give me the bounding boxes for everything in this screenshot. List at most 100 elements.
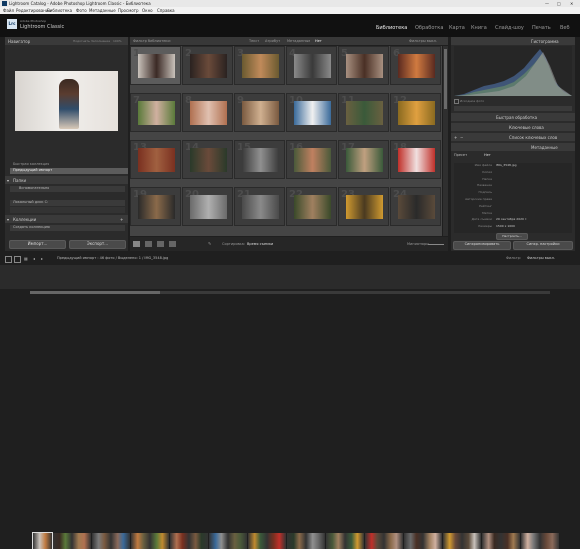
metadata-row[interactable]: Копия (454, 170, 572, 176)
folders-header[interactable]: ▾ Папки (5, 176, 128, 184)
menu-metadata[interactable]: Метаданные (89, 8, 116, 13)
photo-thumbnail[interactable] (242, 54, 279, 78)
preset-value[interactable]: Нет (484, 153, 491, 158)
catalog-previous-import[interactable]: Предыдущий импорт (10, 168, 128, 174)
filmstrip-thumbnail[interactable] (52, 533, 72, 549)
module-slideshow[interactable]: Слайд-шоу (495, 25, 524, 31)
filmstrip-thumbnail[interactable] (150, 533, 169, 549)
survey-view-icon[interactable] (169, 241, 176, 247)
navigator-header[interactable]: Навигатор Подогнать Заполнение 100% (5, 37, 128, 45)
grid-cell[interactable]: 16 (286, 140, 337, 179)
menu-help[interactable]: Справка (157, 8, 175, 13)
filmstrip-thumbnail[interactable] (462, 533, 481, 549)
photo-thumbnail[interactable] (294, 195, 331, 219)
collection-item[interactable]: Создать коллекцию (10, 225, 125, 231)
filmstrip-thumbnail[interactable] (501, 533, 520, 549)
filmstrip-scrollbar[interactable] (30, 291, 550, 294)
grid-cell[interactable]: 15 (234, 140, 285, 179)
zoom-fit[interactable]: Подогнать (73, 39, 90, 44)
menu-view[interactable]: Просмотр (118, 8, 139, 13)
filmstrip-thumbnail[interactable] (345, 533, 364, 549)
grid-cell[interactable]: 6 (390, 46, 441, 85)
photo-thumbnail[interactable] (346, 101, 383, 125)
import-button[interactable]: Импорт... (9, 240, 66, 249)
metadata-row[interactable]: Рейтинг (454, 204, 572, 210)
grid-cell[interactable]: 18 (390, 140, 441, 179)
module-map[interactable]: Карта (449, 25, 465, 31)
filmstrip-scroll-thumb[interactable] (30, 291, 160, 294)
filmstrip-thumbnail[interactable] (306, 533, 325, 549)
back-icon[interactable]: ◂ (33, 256, 35, 261)
menu-file[interactable]: Файл (3, 8, 14, 13)
maximize-button[interactable]: □ (557, 1, 561, 6)
metadata-preset-row[interactable]: Пресет Нет (454, 153, 572, 159)
filmstrip-thumbnail[interactable] (423, 533, 442, 549)
metadata-value[interactable]: IMG_3548.jpg (496, 163, 517, 168)
photo-thumbnail[interactable] (190, 54, 227, 78)
menu-window[interactable]: Окно (142, 8, 153, 13)
grid-cell[interactable]: 8 (182, 93, 233, 132)
photo-thumbnail[interactable] (346, 195, 383, 219)
grid-cell[interactable]: 21 (234, 187, 285, 226)
filter-tab-metadata[interactable]: Метаданные (287, 39, 310, 44)
metadata-row[interactable]: Подпись (454, 190, 572, 196)
grid-cell[interactable]: 19 (130, 187, 181, 226)
filmstrip-thumbnail[interactable] (325, 533, 345, 549)
filmstrip-thumbnail[interactable] (384, 533, 403, 549)
photo-thumbnail[interactable] (242, 195, 279, 219)
filmstrip-thumbnail[interactable] (169, 533, 189, 549)
forward-icon[interactable]: ▸ (41, 256, 43, 261)
grid-cell[interactable]: 22 (286, 187, 337, 226)
grid-cell[interactable]: 7 (130, 93, 181, 132)
filmstrip-thumbnail[interactable] (208, 533, 228, 549)
filmstrip-thumbnail[interactable] (520, 533, 540, 549)
grid-cell[interactable]: 9 (234, 93, 285, 132)
scrollbar-thumb[interactable] (444, 49, 447, 109)
remove-keyword-icon[interactable]: − (460, 135, 463, 140)
collections-header[interactable]: ▾ Коллекции + (5, 215, 128, 223)
photo-thumbnail[interactable] (398, 101, 435, 125)
photo-thumbnail[interactable] (138, 195, 175, 219)
filmstrip-thumbnail[interactable] (364, 533, 384, 549)
filmstrip-thumbnail[interactable] (286, 533, 306, 549)
module-library[interactable]: Библиотека (376, 25, 407, 31)
loupe-view-icon[interactable] (145, 241, 152, 247)
grid-cell[interactable]: 14 (182, 140, 233, 179)
photo-thumbnail[interactable] (398, 195, 435, 219)
photo-thumbnail[interactable] (190, 148, 227, 172)
module-print[interactable]: Печать (532, 25, 551, 31)
original-photo-check[interactable]: Исходное фото (454, 99, 534, 104)
photo-thumbnail[interactable] (346, 148, 383, 172)
grid-cell[interactable]: 2 (182, 46, 233, 85)
filmstrip-thumbnail[interactable] (540, 533, 559, 549)
photo-thumbnail[interactable] (346, 54, 383, 78)
preset-row-top[interactable] (454, 106, 572, 111)
metadata-header[interactable]: Метаданные (451, 143, 575, 151)
filmstrip-thumbnail[interactable] (442, 533, 462, 549)
sync-button[interactable]: Синхронизировать (453, 241, 511, 250)
filmstrip-thumbnail[interactable] (228, 533, 247, 549)
compare-view-icon[interactable] (157, 241, 164, 247)
module-book[interactable]: Книга (471, 25, 487, 31)
sync-settings-button[interactable]: Синхр. настройки (513, 241, 573, 250)
photo-thumbnail[interactable] (190, 195, 227, 219)
sort-value[interactable]: Время съемки (247, 242, 273, 247)
grid-icon[interactable]: ▦ (24, 256, 28, 261)
filmstrip-thumbnail[interactable] (267, 533, 286, 549)
module-develop[interactable]: Обработка (415, 25, 443, 31)
metadata-value[interactable]: 29 сентября 2020 г. (496, 217, 527, 222)
photo-thumbnail[interactable] (190, 101, 227, 125)
grid-cell[interactable]: 4 (286, 46, 337, 85)
thumbnail-size-slider[interactable] (428, 244, 444, 245)
volume-item[interactable]: Локальный диск C: (10, 200, 125, 206)
grid-cell[interactable]: 11 (338, 93, 389, 132)
grid-cell[interactable]: 17 (338, 140, 389, 179)
photo-thumbnail[interactable] (138, 101, 175, 125)
filmstrip-thumbnail[interactable] (32, 532, 53, 549)
metadata-row[interactable]: Дата съемки 29 сентября 2020 г. (454, 217, 572, 223)
add-keyword-icon[interactable]: + (454, 135, 457, 140)
navigator-preview[interactable] (15, 71, 118, 131)
painter-icon[interactable]: ✎ (208, 241, 211, 246)
filmstrip-thumbnail[interactable] (91, 533, 111, 549)
filter-tab-text[interactable]: Текст (249, 39, 259, 44)
